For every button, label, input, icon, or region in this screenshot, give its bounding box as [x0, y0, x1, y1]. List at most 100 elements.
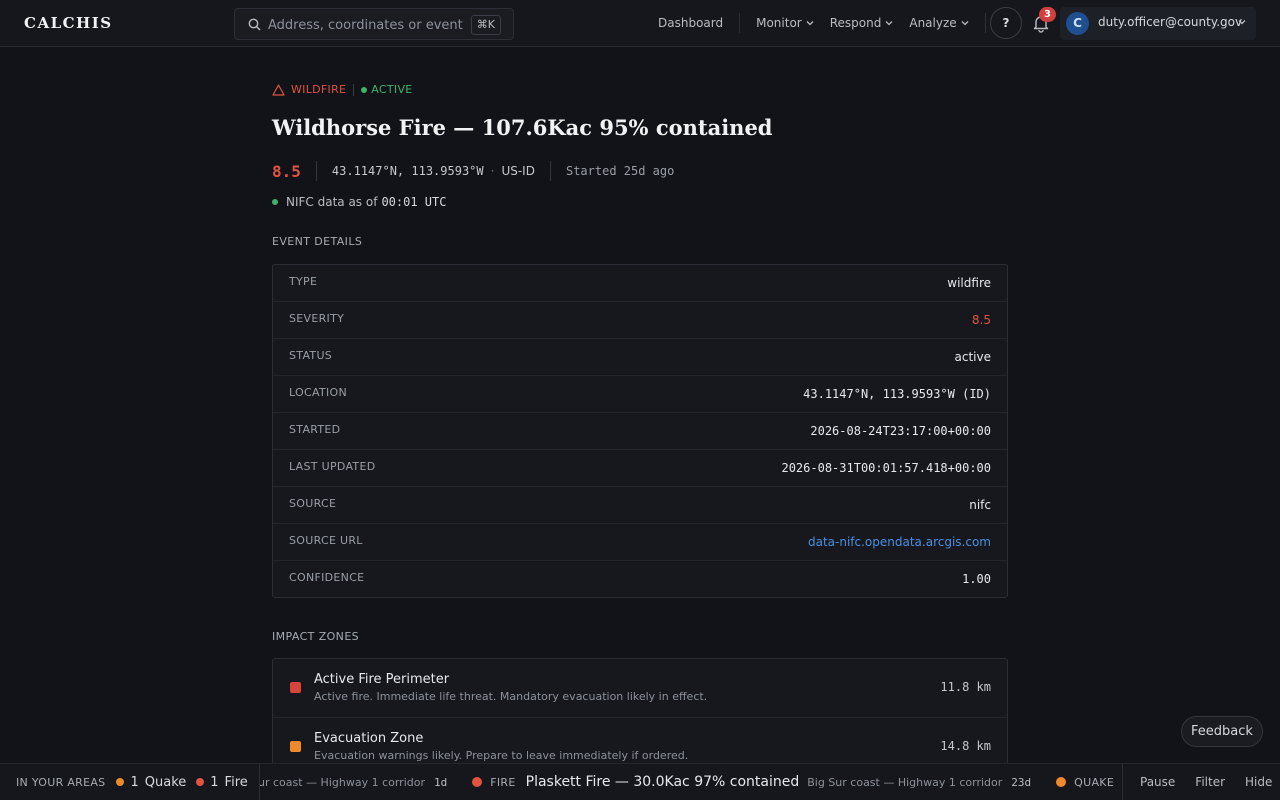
ticker-scroll: ur coast — Highway 1 corridor 1d FIRE Pl… [260, 764, 1122, 800]
meta-divider [549, 161, 551, 181]
zone-distance: 11.8 km [940, 680, 991, 694]
user-email: duty.officer@county.gov [1098, 15, 1243, 29]
feedback-button[interactable]: Feedback [1181, 716, 1263, 747]
ticker-pause-button[interactable]: Pause [1140, 775, 1175, 789]
nav-monitor-label: Monitor [756, 16, 802, 30]
fire-dot [196, 778, 205, 786]
zone-color-swatch [290, 741, 301, 752]
area-count-quake[interactable]: 1 Quake [116, 775, 186, 790]
area-count-fire[interactable]: 1 Fire [196, 774, 248, 790]
help-button[interactable]: ? [990, 7, 1022, 39]
search-box[interactable]: ⌘K [234, 8, 514, 40]
detail-value: 43.1147°N, 113.9593°W (ID) [803, 387, 991, 401]
ticker-actions: Pause Filter Hide [1122, 764, 1280, 800]
freshness-time: 00:01 UTC [381, 195, 447, 209]
nav-monitor[interactable]: Monitor [748, 16, 822, 30]
quake-dot [116, 778, 125, 786]
detail-row-status: STATUS active [273, 339, 1007, 376]
event-type-label: WILDFIRE [291, 83, 347, 96]
your-areas-summary: IN YOUR AREAS 1 Quake 1 Fire [0, 764, 260, 800]
event-details-heading: EVENT DETAILS [272, 235, 363, 248]
data-freshness: NIFC data as of 00:01 UTC [272, 195, 446, 209]
detail-key: CONFIDENCE [289, 571, 365, 584]
event-details-table: TYPE wildfire SEVERITY 8.5 STATUS active… [272, 264, 1008, 598]
detail-key: LAST UPDATED [289, 460, 376, 473]
detail-row-location: LOCATION 43.1147°N, 113.9593°W (ID) [273, 376, 1007, 413]
chevron-down-icon [885, 21, 893, 26]
tag-divider [353, 83, 355, 96]
nav-analyze-label: Analyze [909, 16, 957, 30]
freshness-label: NIFC data as of [286, 195, 378, 209]
detail-row-source-url: SOURCE URL data-nifc.opendata.arcgis.com [273, 524, 1007, 561]
nav-divider [739, 13, 741, 33]
search-shortcut-hint: ⌘K [470, 15, 501, 35]
chevron-down-icon [1238, 20, 1246, 25]
detail-value: wildfire [947, 276, 991, 290]
fire-count: 1 [210, 774, 219, 790]
detail-key: TYPE [289, 275, 318, 288]
zone-color-swatch [290, 682, 301, 693]
meta-dot-separator: · [490, 164, 495, 178]
ticker-item-age: 1d [434, 775, 448, 789]
detail-value: nifc [969, 498, 991, 512]
impact-zones-heading: IMPACT ZONES [272, 630, 360, 643]
detail-row-confidence: CONFIDENCE 1.00 [273, 561, 1007, 598]
ticker-item-type: QUAKE [1074, 775, 1115, 789]
impact-zone-item[interactable]: Active Fire Perimeter Active fire. Immed… [273, 659, 1007, 718]
fire-dot [472, 777, 483, 787]
detail-key: STARTED [289, 423, 341, 436]
event-ticker: IN YOUR AREAS 1 Quake 1 Fire ur coast — … [0, 763, 1280, 800]
user-menu[interactable]: C duty.officer@county.gov [1060, 7, 1256, 40]
zone-description: Evacuation warnings likely. Prepare to l… [314, 749, 689, 762]
event-region: US-ID [501, 164, 535, 178]
source-url-link[interactable]: data-nifc.opendata.arcgis.com [808, 535, 991, 549]
chevron-down-icon [961, 21, 969, 26]
notification-count-badge: 3 [1039, 7, 1056, 22]
ticker-item[interactable]: QUAKE [1056, 776, 1114, 789]
detail-key: SEVERITY [289, 312, 345, 325]
detail-value: 1.00 [962, 572, 991, 586]
freshness-dot [272, 199, 278, 205]
severity-score: 8.5 [272, 161, 301, 181]
detail-value: 2026-08-24T23:17:00+00:00 [810, 424, 991, 438]
fire-label: Fire [224, 774, 248, 790]
event-status-label: ACTIVE [371, 83, 413, 96]
event-type-tag: WILDFIRE [272, 83, 346, 96]
warning-triangle-icon [272, 83, 285, 96]
top-navigation-bar: CALCHIS ⌘K Dashboard Monitor Respond Ana… [0, 0, 1280, 47]
search-input[interactable] [268, 15, 468, 35]
main-nav: Dashboard Monitor Respond Analyze [650, 0, 994, 46]
detail-key: SOURCE [289, 497, 337, 510]
zone-description: Active fire. Immediate life threat. Mand… [314, 690, 708, 703]
impact-zones-list: Active Fire Perimeter Active fire. Immed… [272, 658, 1008, 778]
detail-key: SOURCE URL [289, 534, 363, 547]
zone-name: Active Fire Perimeter [314, 672, 450, 687]
zone-distance: 14.8 km [940, 739, 991, 753]
detail-value: active [954, 350, 991, 364]
event-detail-panel: WILDFIRE ACTIVE Wildhorse Fire — 107.6Ka… [272, 47, 1008, 778]
event-summary-line: 8.5 43.1147°N, 113.9593°W · US-ID Starte… [272, 160, 674, 182]
ticker-item[interactable]: ur coast — Highway 1 corridor 1d [260, 776, 447, 789]
ticker-item[interactable]: FIRE Plaskett Fire — 30.0Kac 97% contain… [472, 774, 1031, 790]
detail-row-source: SOURCE nifc [273, 487, 1007, 524]
detail-row-last-updated: LAST UPDATED 2026-08-31T00:01:57.418+00:… [273, 450, 1007, 487]
event-status-tag: ACTIVE [361, 83, 412, 96]
detail-key: LOCATION [289, 386, 347, 399]
ticker-filter-button[interactable]: Filter [1195, 775, 1225, 789]
page-title: Wildhorse Fire — 107.6Kac 95% contained [272, 115, 773, 140]
ticker-hide-button[interactable]: Hide [1245, 775, 1272, 789]
areas-label: IN YOUR AREAS [16, 775, 106, 789]
nav-respond[interactable]: Respond [822, 16, 902, 30]
event-tags: WILDFIRE ACTIVE [272, 83, 413, 96]
nav-divider [984, 13, 986, 33]
ticker-item-title: Plaskett Fire — 30.0Kac 97% contained [525, 774, 800, 790]
ticker-track: ur coast — Highway 1 corridor 1d FIRE Pl… [260, 764, 1114, 800]
nav-analyze[interactable]: Analyze [901, 16, 976, 30]
ticker-item-type: FIRE [490, 775, 516, 789]
zone-name: Evacuation Zone [314, 731, 424, 746]
status-dot [361, 86, 368, 93]
brand-logo[interactable]: CALCHIS [24, 14, 113, 32]
ticker-item-subtitle: ur coast — Highway 1 corridor [260, 775, 425, 789]
detail-value: 2026-08-31T00:01:57.418+00:00 [781, 461, 991, 475]
nav-dashboard[interactable]: Dashboard [650, 16, 731, 30]
